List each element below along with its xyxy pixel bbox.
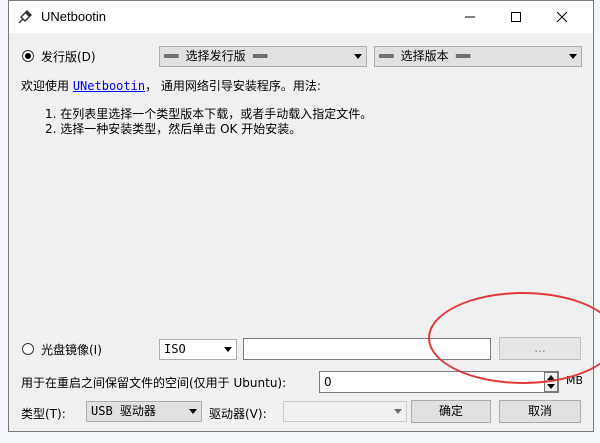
version-select[interactable]: ══ 选择版本 ══ bbox=[374, 46, 582, 67]
diskimage-radio-label: 光盘镜像(I) bbox=[41, 343, 102, 357]
distro-radio[interactable] bbox=[22, 50, 34, 62]
maximize-button[interactable] bbox=[493, 1, 539, 33]
drive-label: 驱动器(V): bbox=[209, 407, 267, 421]
chevron-down-icon bbox=[189, 409, 197, 414]
welcome-prefix: 欢迎使用 bbox=[21, 79, 73, 93]
app-icon bbox=[18, 10, 32, 24]
image-type-select[interactable]: ISO bbox=[159, 339, 237, 360]
ok-button[interactable]: 确定 bbox=[411, 400, 491, 423]
chevron-down-icon bbox=[569, 54, 577, 59]
install-type-value: USB 驱动器 bbox=[91, 404, 156, 418]
type-label: 类型(T): bbox=[21, 407, 66, 421]
chevron-down-icon bbox=[354, 54, 362, 59]
drive-select[interactable] bbox=[283, 401, 407, 422]
close-icon bbox=[556, 11, 568, 23]
maximize-icon bbox=[511, 12, 521, 22]
chevron-down-icon bbox=[394, 409, 402, 414]
usage-step-2: 2. 选择一种安装类型，然后单击 OK 开始安装。 bbox=[45, 122, 302, 136]
chevron-down-icon bbox=[224, 347, 232, 352]
title-bar[interactable]: UNetbootin bbox=[9, 1, 593, 33]
spin-down-icon[interactable] bbox=[547, 384, 555, 389]
desktop-background-bottom bbox=[0, 432, 600, 443]
install-type-select[interactable]: USB 驱动器 bbox=[86, 401, 202, 422]
welcome-text: 欢迎使用 UNetbootin， 通用网络引导安装程序。用法: bbox=[21, 77, 321, 94]
distro-radio-label: 发行版(D) bbox=[41, 50, 96, 64]
diskimage-radio[interactable] bbox=[22, 343, 34, 355]
minimize-icon bbox=[465, 16, 475, 18]
minimize-button[interactable] bbox=[447, 1, 493, 33]
window-title: UNetbootin bbox=[41, 9, 107, 24]
version-select-value: ══ 选择版本 ══ bbox=[379, 49, 471, 63]
unetbootin-link[interactable]: UNetbootin bbox=[73, 79, 145, 93]
image-type-value: ISO bbox=[164, 342, 186, 356]
distro-select[interactable]: ══ 选择发行版 ══ bbox=[159, 46, 367, 67]
distro-select-value: ══ 选择发行版 ══ bbox=[164, 49, 268, 63]
welcome-suffix: ， 通用网络引导安装程序。用法: bbox=[145, 79, 321, 93]
persistence-label: 用于在重启之间保留文件的空间(仅用于 Ubuntu): bbox=[21, 376, 287, 390]
close-button[interactable] bbox=[539, 1, 585, 33]
cancel-button[interactable]: 取消 bbox=[499, 400, 581, 423]
